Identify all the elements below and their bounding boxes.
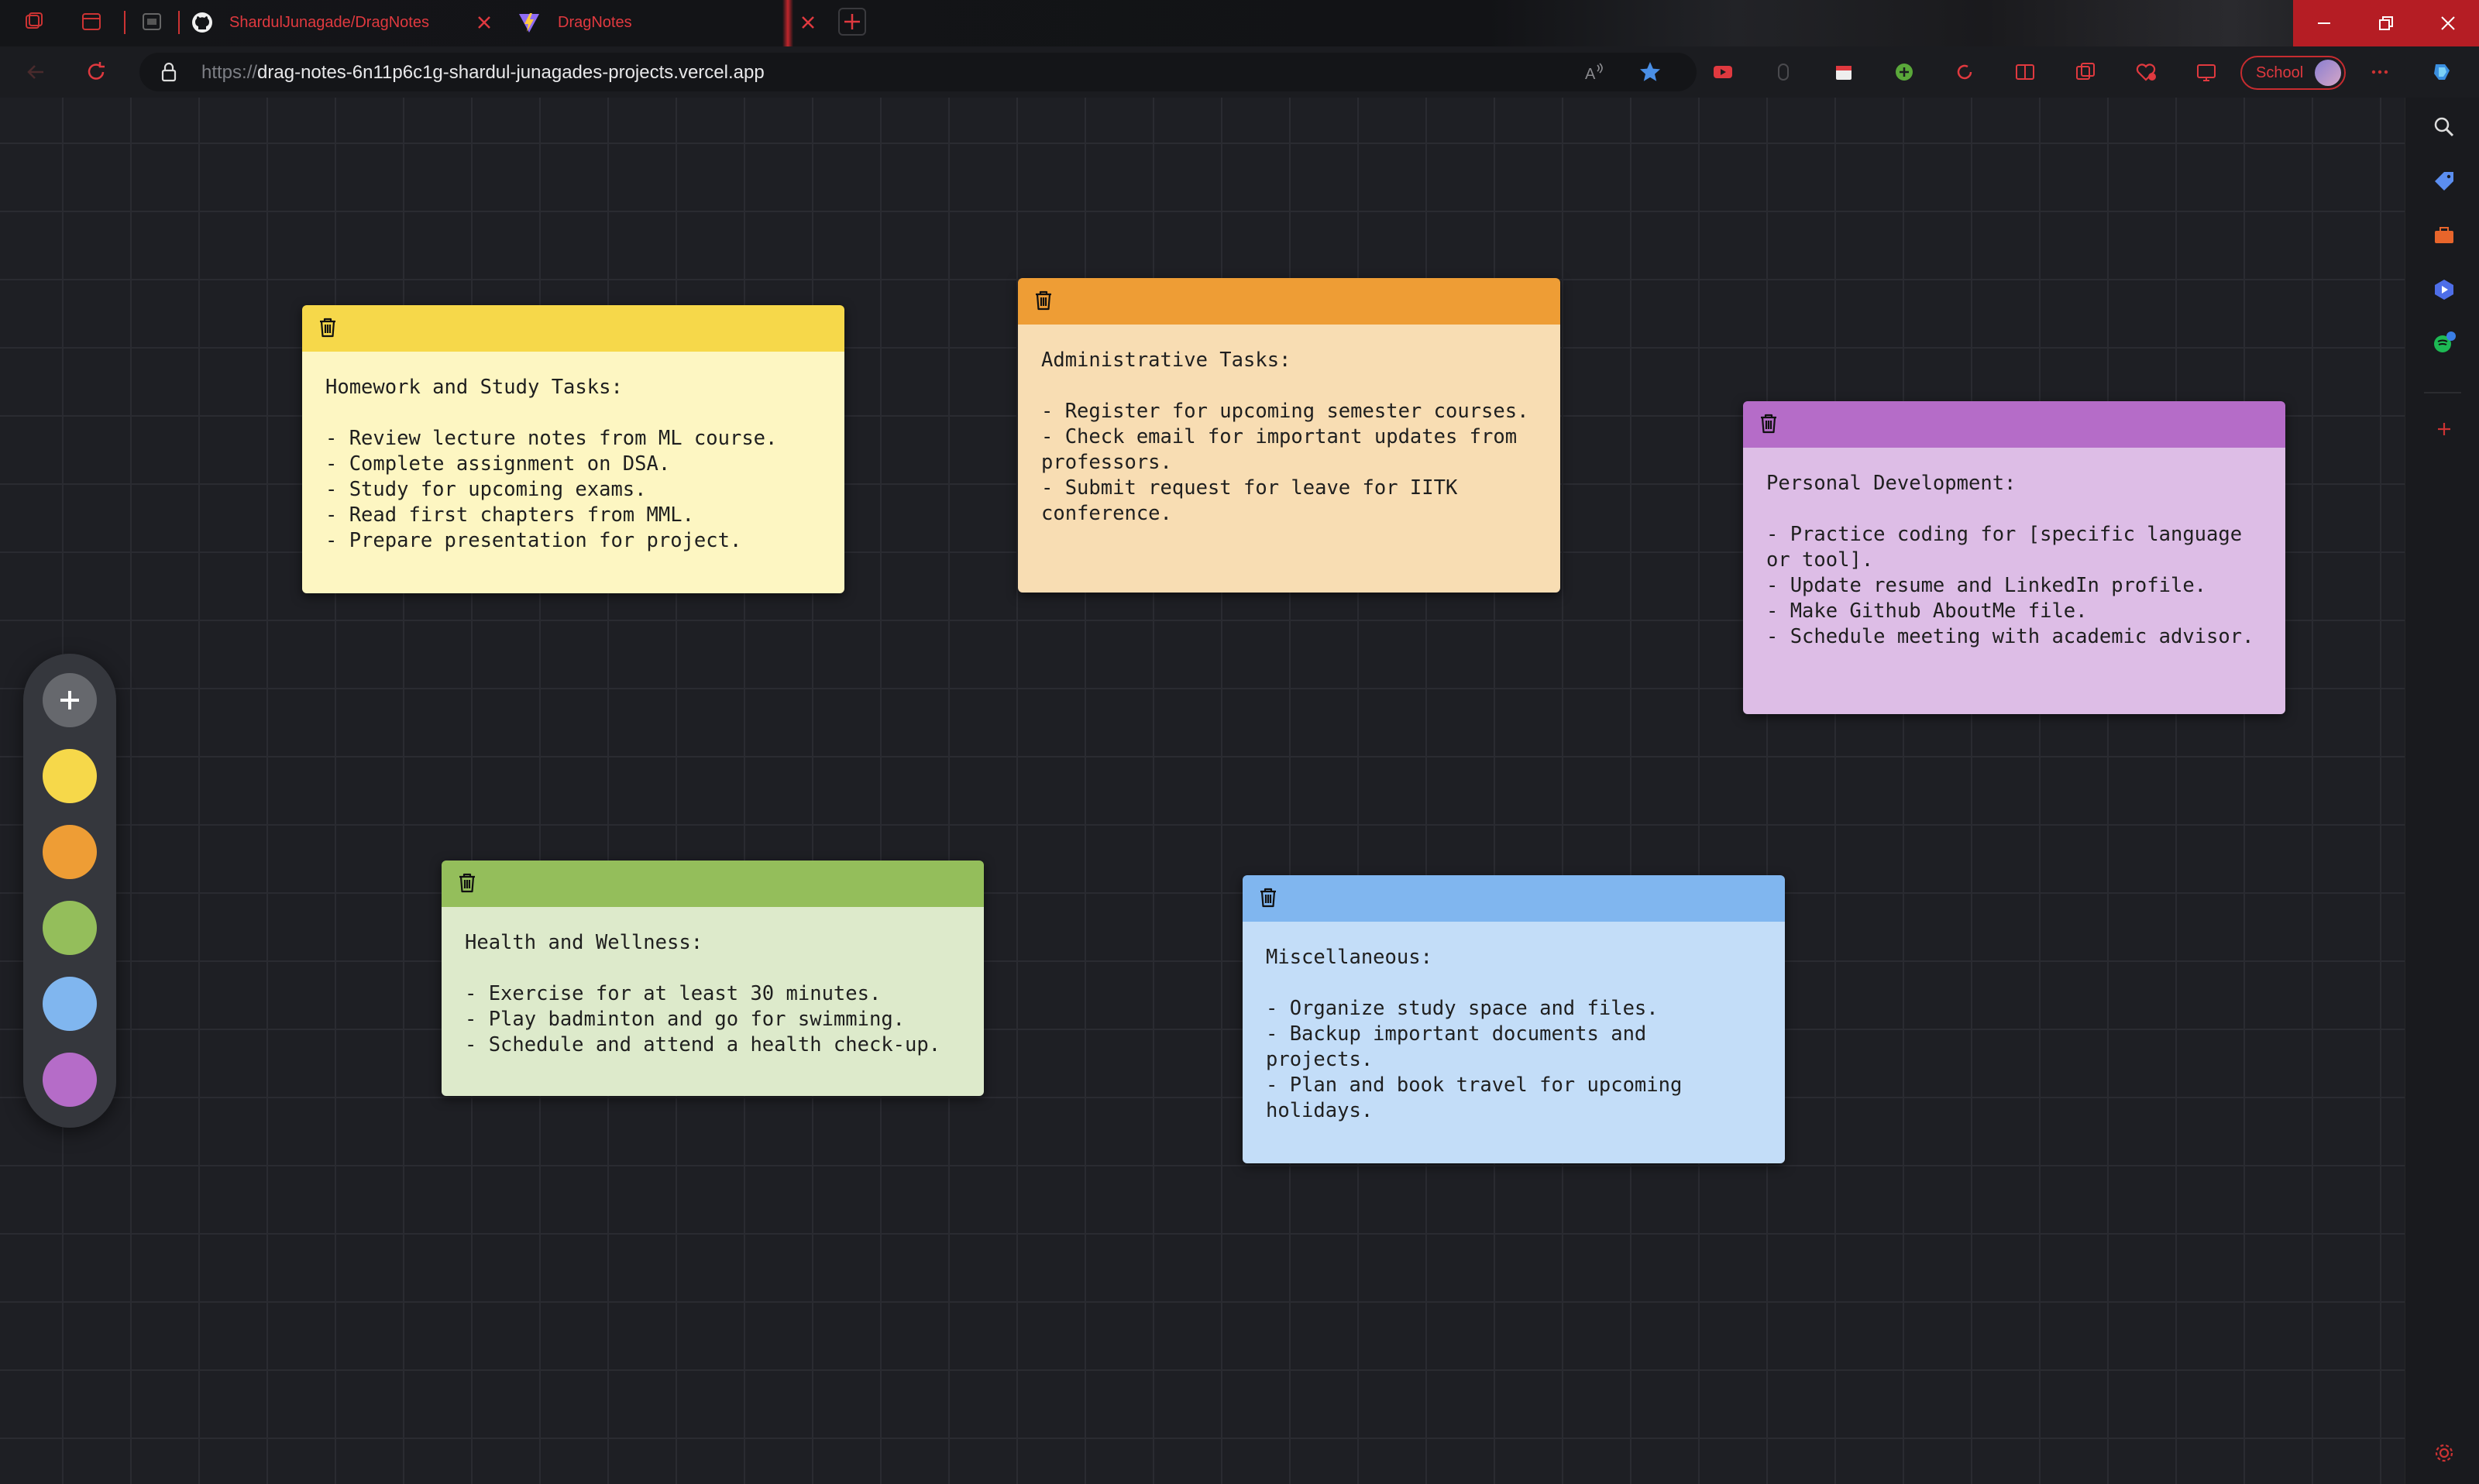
color-swatch-purple[interactable]: [43, 1053, 97, 1107]
add-sidebar-app-icon[interactable]: [2432, 417, 2457, 441]
trash-icon[interactable]: [1255, 885, 1281, 911]
add-note-button[interactable]: [43, 673, 97, 727]
close-icon: [2441, 16, 2455, 30]
close-window-button[interactable]: [2417, 0, 2479, 46]
tab-separator: [124, 11, 125, 34]
note-card-orange[interactable]: Administrative Tasks: - Register for upc…: [1018, 278, 1560, 593]
restore-icon: [2379, 16, 2393, 30]
address-bar[interactable]: https://drag-notes-6n11p6c1g-shardul-jun…: [139, 53, 1697, 91]
split-screen-icon[interactable]: [2013, 60, 2037, 84]
notes-board[interactable]: Homework and Study Tasks: - Review lectu…: [0, 98, 2405, 1484]
note-text[interactable]: Personal Development: - Practice coding …: [1743, 448, 2285, 714]
copilot-icon[interactable]: [2429, 60, 2454, 84]
tab-title: ShardulJunagade/DragNotes: [229, 13, 429, 31]
read-aloud-icon[interactable]: A: [1582, 60, 1607, 85]
tab-separator: [178, 11, 180, 34]
note-text[interactable]: Administrative Tasks: - Register for upc…: [1018, 325, 1560, 593]
browser-toolbar: https://drag-notes-6n11p6c1g-shardul-jun…: [0, 46, 2479, 98]
color-swatch-green[interactable]: [43, 901, 97, 955]
vite-icon: [519, 13, 539, 33]
note-header[interactable]: [1018, 278, 1560, 325]
collections-icon[interactable]: [2073, 60, 2098, 84]
calendar-extension-icon[interactable]: [1831, 60, 1856, 84]
office-app-icon[interactable]: [2432, 277, 2457, 302]
color-palette: [23, 654, 116, 1128]
settings-gear-icon[interactable]: [2432, 1441, 2457, 1465]
url-text: https://drag-notes-6n11p6c1g-shardul-jun…: [201, 62, 765, 84]
color-swatch-blue[interactable]: [43, 977, 97, 1031]
trash-icon[interactable]: [1755, 411, 1782, 437]
pinned-tab-icon[interactable]: [141, 11, 163, 33]
minimize-icon: [2318, 22, 2330, 24]
back-arrow-icon[interactable]: [23, 60, 48, 84]
plus-icon: [844, 14, 860, 29]
color-swatch-orange[interactable]: [43, 825, 97, 879]
tab-dragnotes[interactable]: DragNotes: [517, 0, 796, 45]
note-text[interactable]: Homework and Study Tasks: - Review lectu…: [302, 352, 844, 593]
note-text[interactable]: Miscellaneous: - Organize study space an…: [1243, 922, 1785, 1163]
tab-actions-icon[interactable]: [81, 11, 102, 33]
mouse-extension-icon[interactable]: [1771, 60, 1796, 84]
tab-github[interactable]: ShardulJunagade/DragNotes: [191, 0, 500, 45]
sidebar-divider: [2424, 392, 2461, 393]
close-tab-icon[interactable]: [474, 12, 494, 33]
profile-button[interactable]: School: [2240, 56, 2346, 90]
minimize-button[interactable]: [2293, 0, 2355, 46]
shopping-tag-icon[interactable]: [2432, 169, 2457, 194]
note-card-yellow[interactable]: Homework and Study Tasks: - Review lectu…: [302, 305, 844, 593]
window-controls: [2293, 0, 2479, 46]
favorite-star-icon[interactable]: [1638, 60, 1662, 84]
browser-essentials-icon[interactable]: [2133, 60, 2158, 84]
trash-icon[interactable]: [1030, 287, 1057, 314]
trash-icon[interactable]: [315, 314, 341, 341]
note-header[interactable]: [302, 305, 844, 352]
browser-sidebar: [2405, 98, 2479, 1484]
github-icon: [192, 12, 212, 33]
tab-title: DragNotes: [558, 13, 632, 31]
add-extension-icon[interactable]: [1892, 60, 1917, 84]
note-header[interactable]: [1743, 401, 2285, 448]
lock-icon[interactable]: [158, 61, 180, 83]
note-header[interactable]: [442, 861, 984, 907]
url-host: drag-notes-6n11p6c1g-shardul-junagades-p…: [257, 62, 765, 83]
note-header[interactable]: [1243, 875, 1785, 922]
svg-text:A: A: [1585, 66, 1596, 83]
search-icon[interactable]: [2432, 115, 2457, 139]
active-tab-glow: [782, 0, 793, 46]
restore-button[interactable]: [2355, 0, 2417, 46]
workspaces-icon[interactable]: [23, 11, 45, 33]
browser-tab-bar: ShardulJunagade/DragNotes DragNotes: [0, 0, 2479, 46]
more-menu-icon[interactable]: [2367, 60, 2392, 84]
close-tab-icon[interactable]: [798, 12, 818, 33]
trash-icon[interactable]: [454, 870, 480, 896]
note-card-purple[interactable]: Personal Development: - Practice coding …: [1743, 401, 2285, 714]
new-tab-button[interactable]: [838, 8, 866, 36]
avatar: [2315, 60, 2341, 86]
note-card-green[interactable]: Health and Wellness: - Exercise for at l…: [442, 861, 984, 1096]
extension-refresh-icon[interactable]: [1952, 60, 1977, 84]
refresh-icon[interactable]: [84, 60, 108, 84]
spotify-icon[interactable]: [2432, 330, 2457, 355]
profile-label: School: [2256, 64, 2304, 81]
color-swatch-yellow[interactable]: [43, 749, 97, 803]
screenshot-icon[interactable]: [2194, 60, 2219, 84]
url-scheme: https://: [201, 62, 258, 83]
youtube-extension-icon[interactable]: [1711, 60, 1735, 84]
tools-briefcase-icon[interactable]: [2432, 223, 2457, 248]
note-card-blue[interactable]: Miscellaneous: - Organize study space an…: [1243, 875, 1785, 1163]
note-text[interactable]: Health and Wellness: - Exercise for at l…: [442, 907, 984, 1096]
plus-icon: [60, 691, 79, 709]
